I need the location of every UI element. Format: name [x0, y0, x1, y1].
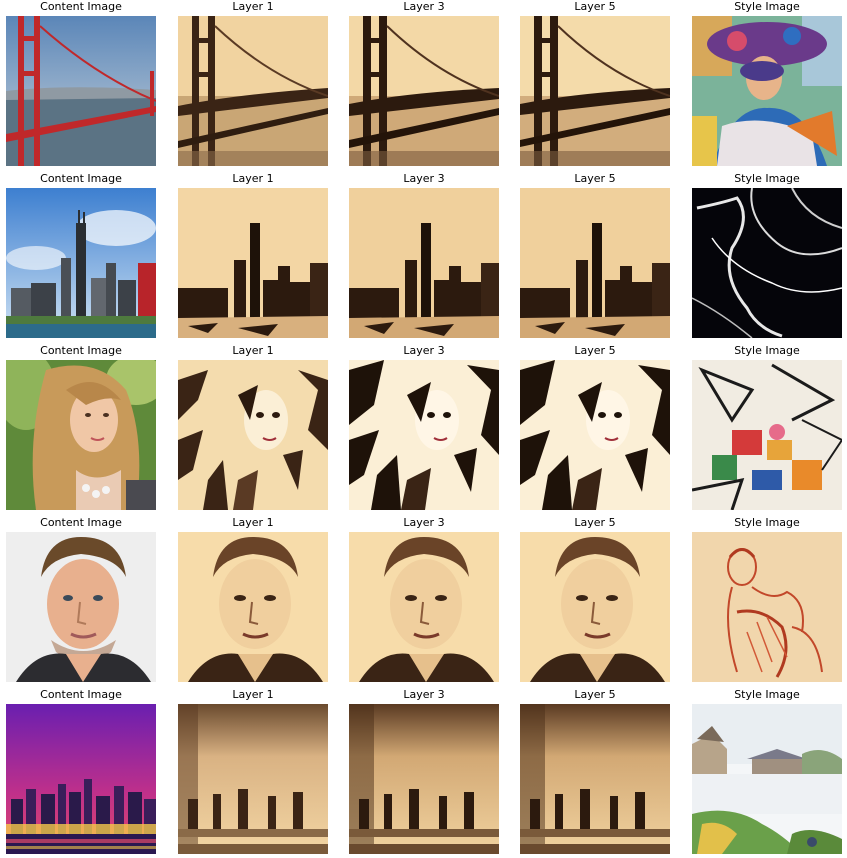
chicago-skyline-photo: [6, 188, 156, 338]
blonde-woman-portrait-photo: [6, 360, 156, 510]
stylized-man-sepia: [349, 532, 499, 682]
stylized-bridge-sepia: [349, 16, 499, 166]
image-title: Layer 1: [232, 172, 274, 185]
stylized-man-sepia: [520, 532, 670, 682]
stylized-woman-sepia: [178, 360, 328, 510]
image-title: Layer 3: [403, 172, 445, 185]
image-title: Layer 1: [232, 516, 274, 529]
stylized-woman-sepia: [520, 360, 670, 510]
image-title: Content Image: [40, 516, 122, 529]
image-title: Style Image: [734, 688, 800, 701]
image-title: Content Image: [40, 172, 122, 185]
stylized-night-city-sepia: [520, 704, 670, 854]
image-title: Layer 3: [403, 516, 445, 529]
stylized-bridge-sepia: [520, 16, 670, 166]
stylized-night-city-sepia: [349, 704, 499, 854]
de-kooning-abstract-painting: [692, 360, 842, 510]
image-title: Style Image: [734, 344, 800, 357]
image-title: Layer 5: [574, 0, 616, 13]
image-title: Layer 5: [574, 516, 616, 529]
image-title: Content Image: [40, 0, 122, 13]
black-white-line-abstract: [692, 188, 842, 338]
matisse-woman-with-hat-painting: [692, 16, 842, 166]
stylized-skyline-sepia: [178, 188, 328, 338]
image-title: Layer 3: [403, 0, 445, 13]
image-title: Content Image: [40, 344, 122, 357]
image-title: Layer 5: [574, 688, 616, 701]
image-title: Layer 3: [403, 344, 445, 357]
image-title: Layer 1: [232, 344, 274, 357]
image-title: Style Image: [734, 0, 800, 13]
stylized-woman-sepia: [349, 360, 499, 510]
image-title: Style Image: [734, 516, 800, 529]
man-portrait-photo: [6, 532, 156, 682]
image-title: Style Image: [734, 172, 800, 185]
stylized-skyline-sepia: [520, 188, 670, 338]
image-title: Content Image: [40, 688, 122, 701]
night-city-skyline-photo: [6, 704, 156, 854]
image-title: Layer 1: [232, 0, 274, 13]
stylized-skyline-sepia: [349, 188, 499, 338]
golden-gate-bridge-photo: [6, 16, 156, 166]
stylized-bridge-sepia: [178, 16, 328, 166]
red-chalk-figure-drawing: [692, 532, 842, 682]
image-title: Layer 3: [403, 688, 445, 701]
stylized-man-sepia: [178, 532, 328, 682]
image-title: Layer 1: [232, 688, 274, 701]
image-title: Layer 5: [574, 172, 616, 185]
impressionist-river-landscape: [692, 704, 842, 854]
stylized-night-city-sepia: [178, 704, 328, 854]
image-title: Layer 5: [574, 344, 616, 357]
